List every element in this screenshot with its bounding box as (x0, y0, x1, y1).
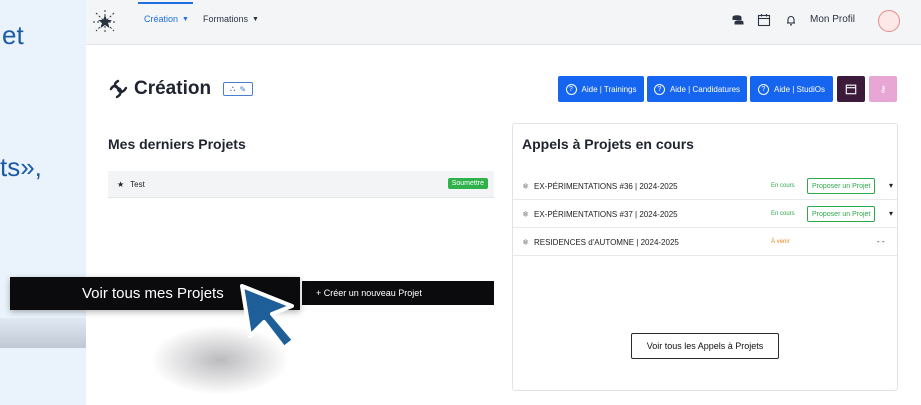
top-navbar: Création ▼ Formations ▼ Mon Profil (86, 0, 921, 45)
page-title: Création ⛬ ✎ (108, 78, 254, 100)
calendar-button[interactable] (837, 76, 865, 102)
call-status: À venir (771, 239, 790, 245)
help-trainings-button[interactable]: ? Aide | Trainings (558, 76, 644, 102)
call-name: EX-PÉRIMENTATIONS #37 | 2024-2025 (534, 210, 678, 219)
propose-project-button[interactable]: Proposer un Projet (807, 178, 876, 194)
title-edit-badge[interactable]: ⛬ ✎ (223, 82, 254, 96)
bell-icon[interactable] (784, 13, 798, 27)
help-button-label: Aide | Candidatures (669, 84, 741, 94)
page-title-text: Création (134, 78, 212, 99)
call-row[interactable]: ⚛ EX-PÉRIMENTATIONS #36 | 2024-2025 En c… (513, 174, 897, 200)
star-icon: ★ (117, 179, 125, 189)
tutorial-text-fragment: et (2, 20, 24, 50)
submit-button[interactable]: Soumettre (447, 178, 488, 189)
call-status: En cours (771, 211, 795, 217)
call-row[interactable]: ⚛ EX-PÉRIMENTATIONS #37 | 2024-2025 En c… (513, 202, 897, 228)
coins-icon[interactable] (731, 13, 745, 27)
chevron-down-icon[interactable]: ▾ (889, 209, 893, 218)
my-projects-title: Mes derniers Projets (108, 136, 246, 152)
nav-menu-creation[interactable]: Création ▼ (138, 2, 193, 24)
help-candidatures-button[interactable]: ? Aide | Candidatures (647, 76, 747, 102)
call-row[interactable]: ⚛ RESIDENCES d'AUTOMNE | 2024-2025 À ven… (513, 230, 897, 256)
create-project-button[interactable]: + Créer un nouveau Projet (302, 281, 494, 305)
nav-menu-label: Formations (203, 14, 249, 24)
atom-icon: ⚛ (522, 238, 530, 247)
admin-key-button[interactable]: ⚷ (869, 76, 897, 102)
calls-panel: Appels à Projets en cours ⚛ EX-PÉRIMENTA… (512, 123, 898, 391)
chevron-down-icon: ▼ (182, 15, 189, 23)
project-name: Test (130, 179, 145, 189)
no-action-placeholder: - - (877, 237, 885, 246)
question-icon: ? (758, 83, 769, 95)
nav-menu-formations[interactable]: Formations ▼ (203, 14, 259, 24)
tutorial-shadow (0, 318, 86, 348)
key-icon: ⚷ (879, 83, 887, 94)
pencil-icon: ✎ (239, 84, 247, 94)
call-name: RESIDENCES d'AUTOMNE | 2024-2025 (534, 238, 679, 247)
chevron-down-icon: ▼ (252, 15, 259, 23)
nav-menu-label: Création (144, 14, 179, 24)
project-row[interactable]: ★ Test Soumettre (108, 171, 494, 198)
help-studios-button[interactable]: ? Aide | StudiOs (750, 76, 833, 102)
call-status: En cours (771, 183, 795, 189)
call-name: EX-PÉRIMENTATIONS #36 | 2024-2025 (534, 182, 678, 191)
help-button-label: Aide | StudiOs (774, 84, 825, 94)
calendar-icon[interactable] (757, 13, 771, 27)
tutorial-text-fragment: ts», (0, 152, 42, 182)
calls-title: Appels à Projets en cours (522, 136, 694, 152)
chevron-down-icon[interactable]: ▾ (889, 181, 893, 190)
propose-project-button[interactable]: Proposer un Projet (807, 206, 876, 222)
tutorial-text-strip: et ts», (0, 0, 86, 405)
calendar-icon (845, 84, 857, 95)
atom-icon: ⚛ (522, 210, 530, 219)
star-logo-icon[interactable] (90, 7, 120, 37)
pointer-cursor-icon (240, 284, 296, 350)
see-all-calls-button[interactable]: Voir tous les Appels à Projets (631, 333, 779, 359)
question-icon: ? (565, 83, 577, 95)
creation-swirl-icon (109, 79, 128, 99)
profile-link[interactable]: Mon Profil (810, 14, 855, 25)
group-icon: ⛬ (229, 84, 236, 93)
avatar[interactable] (878, 10, 900, 32)
question-icon: ? (653, 83, 665, 95)
help-button-label: Aide | Trainings (581, 84, 637, 94)
atom-icon: ⚛ (522, 182, 530, 191)
